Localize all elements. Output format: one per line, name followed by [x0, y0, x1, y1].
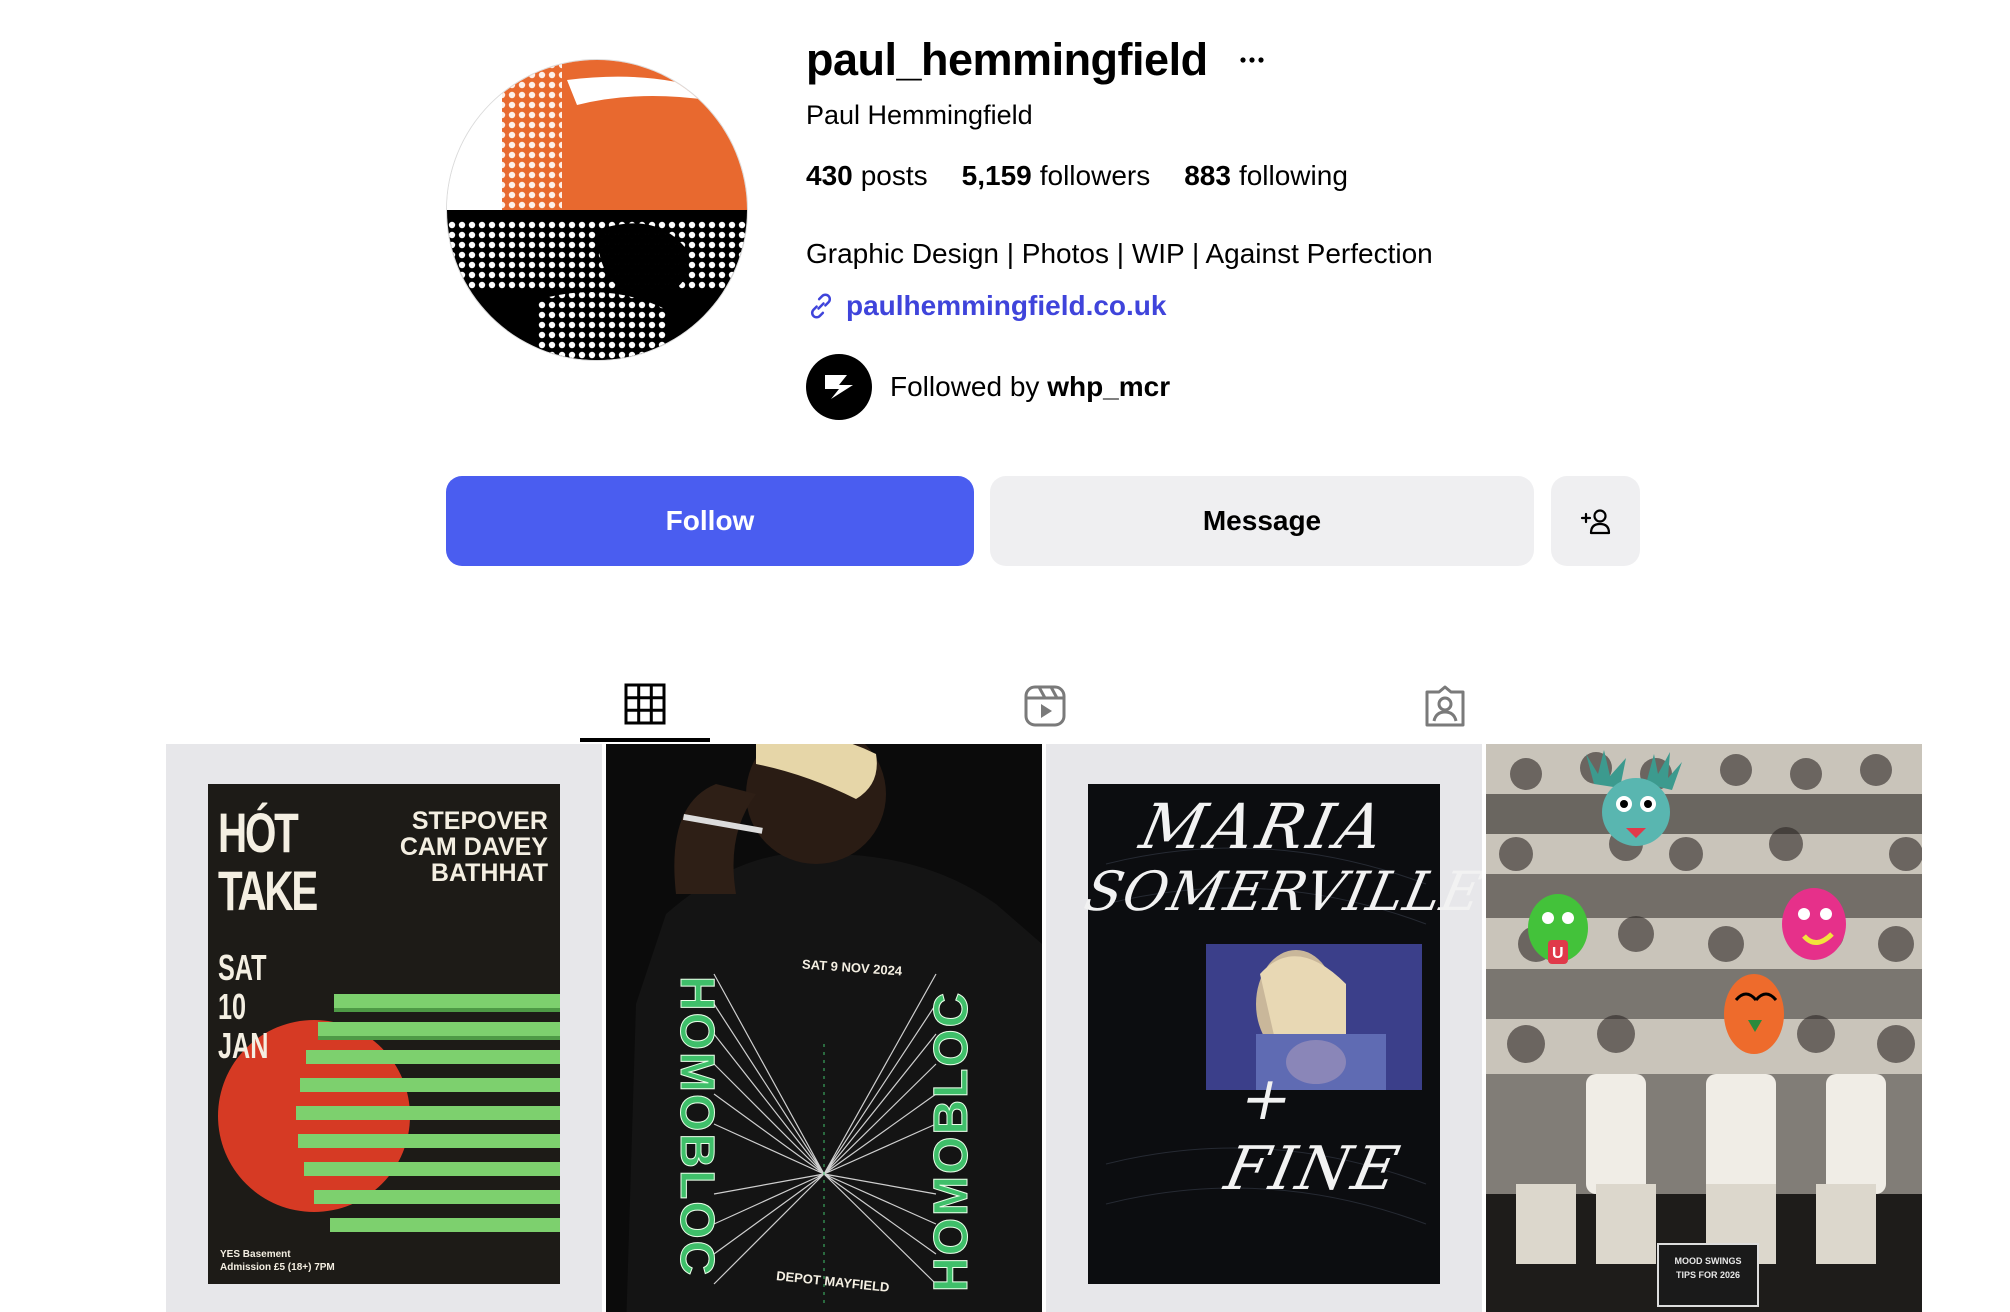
hot-take-day: SAT — [218, 947, 267, 988]
maria-line2: SOMERVILLE — [1079, 860, 1482, 923]
followers-label: followers — [1039, 160, 1151, 191]
message-button[interactable]: Message — [990, 476, 1534, 566]
add-person-icon — [1580, 509, 1610, 535]
followed-by-user: whp_mcr — [1047, 371, 1171, 402]
followed-by-prefix: Followed by — [890, 371, 1040, 402]
hot-take-admission: Admission £5 (18+) 7PM — [220, 1262, 335, 1273]
followed-by[interactable]: Followed by whp_mcr — [806, 354, 1170, 420]
hot-take-date-num: 10 — [218, 986, 247, 1027]
homobloc-word-left: HOMOBLOC — [670, 976, 724, 1278]
maria-line3: + FINE — [1219, 1064, 1408, 1204]
following-stat[interactable]: 883 following — [1184, 160, 1348, 192]
hot-take-month: JAN — [218, 1025, 269, 1066]
homobloc-word-right: HOMOBLOC — [925, 990, 979, 1292]
profile-avatar[interactable] — [446, 59, 748, 361]
mood-swings-sign: MOOD SWINGS TIPS FOR 2026 — [1664, 1254, 1752, 1282]
suggested-users-button[interactable] — [1551, 476, 1640, 566]
whp-logo-icon — [825, 375, 853, 399]
lineup-artist-3: BATHHAT — [430, 859, 548, 887]
posts-count: 430 — [806, 160, 853, 191]
profile-website-link[interactable]: paulhemmingfield.co.uk — [806, 290, 1166, 322]
profile-stats: 430 posts 5,159 followers 883 following — [806, 160, 1348, 192]
hot-take-date: SAT 10 JAN — [218, 948, 268, 1065]
more-options-button[interactable] — [1232, 40, 1272, 80]
posts-label: posts — [860, 160, 928, 191]
lineup-artist-2: CAM DAVEY — [399, 833, 548, 861]
following-count: 883 — [1184, 160, 1231, 191]
lineup-artist-1: STEPOVER — [411, 807, 548, 835]
profile-username: paul_hemmingfield — [806, 34, 1208, 85]
hot-take-title: HÓT TAKE — [218, 801, 318, 922]
avatar-image — [447, 60, 747, 360]
hot-take-title-line2: TAKE — [218, 859, 318, 922]
hot-take-lineup: STEPOVER CAM DAVEY BATHHAT — [400, 808, 548, 886]
posts-grid: HÓT TAKE SAT 10 JAN STEPOVER CAM DAVEY B… — [166, 744, 1922, 1312]
post-hot-take[interactable]: HÓT TAKE SAT 10 JAN STEPOVER CAM DAVEY B… — [166, 744, 602, 1312]
link-icon — [810, 293, 832, 319]
tab-posts[interactable] — [580, 670, 710, 742]
post-maria-somerville[interactable]: MARIA SOMERVILLE + FINE — [1046, 744, 1482, 1312]
ellipsis-icon — [1239, 57, 1264, 63]
sign-line2: TIPS FOR 2026 — [1675, 1270, 1741, 1280]
profile-bio: Graphic Design | Photos | WIP | Against … — [806, 238, 1433, 269]
reels-icon — [1024, 685, 1066, 727]
post-mood-swings[interactable]: U MOOD SWINGS TIPS FOR 2026 — [1486, 744, 1922, 1312]
profile-full-name: Paul Hemmingfield — [806, 100, 1033, 130]
followers-stat[interactable]: 5,159 followers — [962, 160, 1151, 192]
following-label: following — [1238, 160, 1348, 191]
tab-tagged[interactable] — [1380, 670, 1510, 742]
follow-button[interactable]: Follow — [446, 476, 974, 566]
tab-reels[interactable] — [980, 670, 1110, 742]
followers-count: 5,159 — [961, 160, 1032, 191]
mood-swings-photo: U — [1486, 744, 1922, 1312]
post-homobloc[interactable]: HOMOBLOC HOMOBLOC SAT 9 NOV 2024 DEPOT M… — [606, 744, 1042, 1312]
hot-take-footer: YES Basement Admission £5 (18+) 7PM — [220, 1248, 335, 1274]
maria-line1: MARIA — [1134, 790, 1394, 863]
tagged-icon — [1425, 685, 1465, 727]
svg-text:U: U — [1552, 945, 1564, 962]
sign-line1: MOOD SWINGS — [1674, 1256, 1742, 1266]
hot-take-title-line1: HÓT — [218, 801, 299, 864]
hot-take-venue: YES Basement — [220, 1249, 291, 1260]
follower-avatar — [806, 354, 872, 420]
grid-icon — [624, 683, 666, 725]
posts-stat: 430 posts — [806, 160, 928, 192]
website-link-text: paulhemmingfield.co.uk — [846, 290, 1167, 321]
followed-by-text: Followed by whp_mcr — [890, 371, 1170, 403]
